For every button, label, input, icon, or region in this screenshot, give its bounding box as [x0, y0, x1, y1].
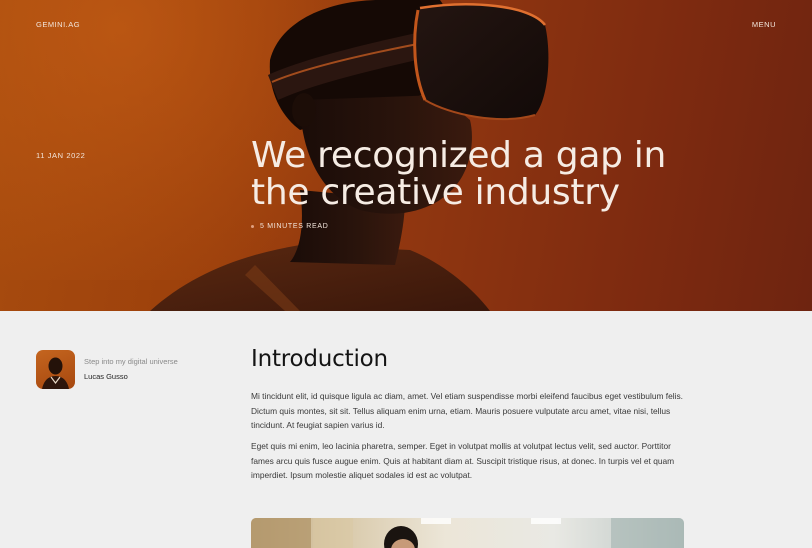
section-heading: Introduction — [251, 346, 388, 372]
read-time: 5 MINUTES READ — [251, 223, 329, 230]
article-paragraph: Eget quis mi enim, leo lacinia pharetra,… — [251, 441, 675, 480]
article-image — [251, 518, 684, 548]
bullet-dot-icon — [251, 225, 254, 228]
author-text: Step into my digital universe Lucas Guss… — [84, 350, 178, 381]
article-paragraph: Mi tincidunt elit, id quisque ligula ac … — [251, 391, 684, 430]
author-tagline: Step into my digital universe — [84, 357, 178, 366]
author-avatar[interactable] — [36, 350, 75, 389]
hero-section: GEMINI.AG MENU 11 JAN 2022 We recognized… — [0, 0, 812, 311]
menu-button[interactable]: MENU — [752, 20, 776, 29]
author-card[interactable]: Step into my digital universe Lucas Guss… — [36, 350, 178, 389]
read-time-label: 5 MINUTES READ — [260, 223, 329, 230]
brand-logo[interactable]: GEMINI.AG — [36, 20, 80, 29]
office-person-image — [251, 518, 684, 548]
author-name[interactable]: Lucas Gusso — [84, 372, 178, 381]
hero-title: We recognized a gap in the creative indu… — [251, 135, 666, 213]
publish-date: 11 JAN 2022 — [36, 151, 86, 160]
avatar-portrait-icon — [42, 357, 69, 389]
